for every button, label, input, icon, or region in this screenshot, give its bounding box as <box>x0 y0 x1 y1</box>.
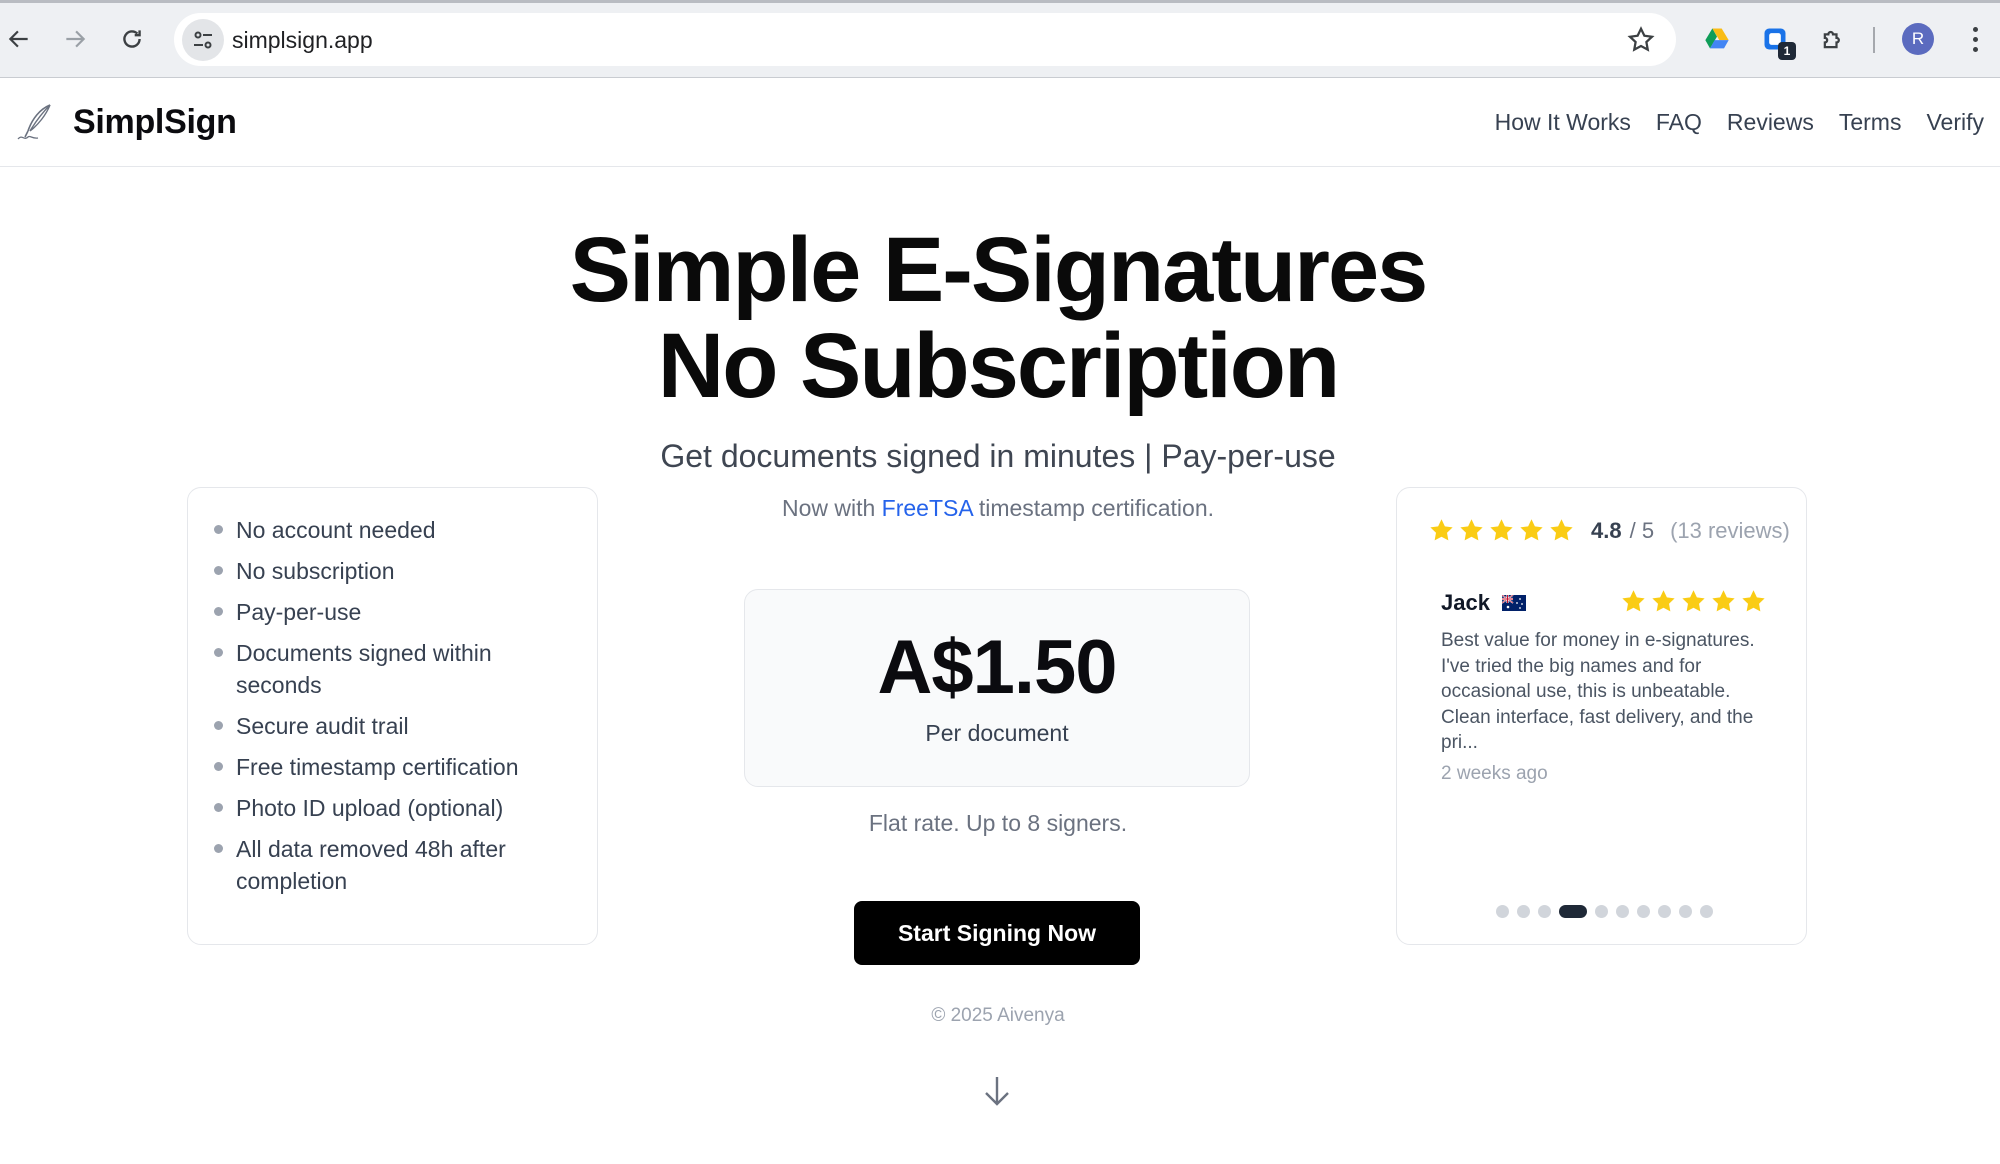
nav-reviews[interactable]: Reviews <box>1727 109 1814 136</box>
carousel-dot[interactable] <box>1595 905 1608 918</box>
reload-icon[interactable] <box>115 22 149 56</box>
url-text[interactable]: simplsign.app <box>232 27 373 54</box>
google-drive-icon[interactable] <box>1700 22 1734 56</box>
star-icon <box>1622 590 1645 612</box>
feature-item: Secure audit trail <box>213 710 573 742</box>
carousel-dots <box>1397 905 1806 918</box>
star-icon <box>1490 519 1513 541</box>
review-time: 2 weeks ago <box>1441 763 1548 784</box>
review-count[interactable]: (13 reviews) <box>1670 518 1790 544</box>
scroll-down-arrow-icon[interactable] <box>981 1074 1013 1108</box>
carousel-dot[interactable] <box>1496 905 1509 918</box>
timestamp-note-suffix: timestamp certification. <box>972 495 1215 521</box>
nav-terms[interactable]: Terms <box>1839 109 1902 136</box>
star-icon <box>1652 590 1675 612</box>
carousel-dot[interactable] <box>1517 905 1530 918</box>
rating-out-of: / 5 <box>1629 517 1655 543</box>
features-card: No account needed No subscription Pay-pe… <box>187 487 598 945</box>
site-info-icon[interactable] <box>182 19 224 61</box>
feature-item: Free timestamp certification <box>213 751 573 783</box>
star-icon <box>1550 519 1573 541</box>
tab-strip-edge <box>0 0 2000 3</box>
freetsa-link[interactable]: FreeTSA <box>882 495 973 521</box>
star-icon <box>1712 590 1735 612</box>
price-unit: Per document <box>925 720 1069 746</box>
carousel-dot[interactable] <box>1538 905 1551 918</box>
forward-icon[interactable] <box>58 22 92 56</box>
extension-icon[interactable]: 1 <box>1758 22 1796 60</box>
quill-logo-icon[interactable] <box>16 101 56 145</box>
price-card: A$1.50 Per document <box>744 589 1250 787</box>
feature-item: Pay-per-use <box>213 596 573 628</box>
feature-item: No account needed <box>213 514 573 546</box>
star-icon <box>1682 590 1705 612</box>
carousel-dot[interactable] <box>1679 905 1692 918</box>
australia-flag-icon <box>1501 595 1526 611</box>
rating-stars <box>1428 517 1575 544</box>
browser-toolbar: simplsign.app 1 R <box>0 0 2000 78</box>
star-icon <box>1460 519 1483 541</box>
puzzle-extensions-icon[interactable] <box>1816 22 1850 56</box>
reviewer-name: Jack <box>1441 590 1490 615</box>
site-header: SimplSign How It Works FAQ Reviews Terms… <box>0 79 2000 167</box>
carousel-dot[interactable] <box>1637 905 1650 918</box>
nav-faq[interactable]: FAQ <box>1656 109 1702 136</box>
nav-verify[interactable]: Verify <box>1926 109 1984 136</box>
carousel-dot[interactable] <box>1616 905 1629 918</box>
browser-menu-icon[interactable] <box>1960 22 1990 56</box>
hero-subtitle: Get documents signed in minutes | Pay-pe… <box>660 438 1336 474</box>
rating-score: 4.8 <box>1591 517 1622 543</box>
address-bar[interactable]: simplsign.app <box>174 13 1676 66</box>
carousel-dot[interactable] <box>1658 905 1671 918</box>
feature-item: No subscription <box>213 555 573 587</box>
star-icon <box>1520 519 1543 541</box>
rating-summary: 4.8 / 5 (13 reviews) <box>1428 517 1790 544</box>
feature-item: All data removed 48h after completion <box>213 833 513 897</box>
bookmark-star-icon[interactable] <box>1626 25 1656 55</box>
profile-avatar[interactable]: R <box>1902 23 1934 55</box>
timestamp-note-prefix: Now with <box>781 495 882 521</box>
back-icon[interactable] <box>2 22 36 56</box>
toolbar-divider <box>1873 27 1875 53</box>
copyright: © 2025 Aivenya <box>931 1005 1065 1026</box>
nav-how-it-works[interactable]: How It Works <box>1495 109 1631 136</box>
reviews-card: 4.8 / 5 (13 reviews) Jack Best value for… <box>1396 487 1807 945</box>
hero-title: Simple E-Signatures No Subscription <box>0 222 1996 414</box>
features-list: No account needed No subscription Pay-pe… <box>213 514 573 897</box>
carousel-dot[interactable] <box>1700 905 1713 918</box>
start-signing-button[interactable]: Start Signing Now <box>854 901 1140 965</box>
star-icon <box>1430 519 1453 541</box>
brand-name[interactable]: SimplSign <box>73 103 237 142</box>
price-amount: A$1.50 <box>877 625 1117 710</box>
review-text: Best value for money in e-signatures. I'… <box>1441 630 1755 753</box>
top-navigation: How It Works FAQ Reviews Terms Verify <box>1495 109 1984 136</box>
reviewer-row: Jack <box>1441 590 1526 616</box>
hero-title-line2: No Subscription <box>657 315 1340 417</box>
star-icon <box>1742 590 1765 612</box>
hero-title-line1: Simple E-Signatures <box>569 219 1429 321</box>
carousel-dot[interactable] <box>1559 905 1587 918</box>
review-stars <box>1620 588 1767 615</box>
feature-item: Documents signed within seconds <box>213 637 503 701</box>
extension-badge: 1 <box>1778 42 1796 60</box>
